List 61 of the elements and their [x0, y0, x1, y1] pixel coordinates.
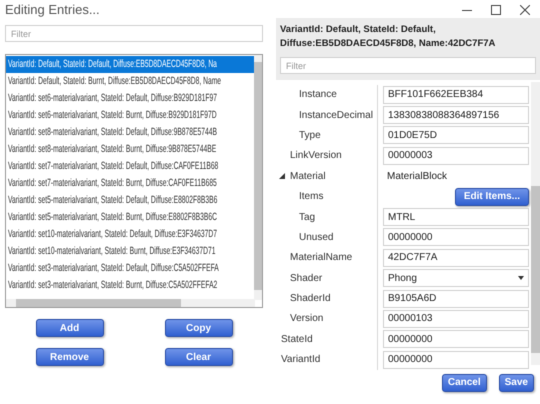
property-label: Shader: [290, 272, 322, 286]
entry-text: VariantId: set5-materialvariant, StateId: Default, Diffuse:E8802F8B3B6: [8, 192, 218, 208]
property-label: Type: [299, 128, 321, 143]
entry-text: VariantId: set6-materialvariant, StateId: Burnt, Diffuse:B929D181F97D: [8, 108, 217, 123]
property-value-field[interactable]: MTRL: [383, 208, 529, 226]
entry-text: VariantId: set3-materialvariant, StateId: Burnt, Diffuse:C5A502FFEFA2: [8, 278, 218, 293]
property-label: Tag: [299, 210, 316, 225]
entry-text: VariantId: set3-materialvariant, StateId: Default, Diffuse:C5A502FFEFA: [8, 260, 219, 276]
action-button[interactable]: Add: [36, 319, 104, 337]
shader-dropdown[interactable]: Phong: [383, 269, 529, 288]
property-label: StateId: [281, 332, 313, 347]
entry-text: VariantId: set7-materialvariant, StateId: Default, Diffuse:CAF0FE11B68: [8, 158, 218, 174]
dropdown-value: Phong: [388, 272, 417, 286]
property-label: LinkVersion: [290, 149, 342, 164]
property-value-field[interactable]: 42DC7F7A: [383, 248, 529, 267]
entry-row[interactable]: VariantId: Default, StateId: Default, Diffuse:EB5D8DAECD45F8D8, Na: [6, 56, 255, 73]
property-label: Instance: [299, 88, 337, 102]
entry-heading: VariantId: Default, StateId: Default, Diffuse:EB5D8DAECD45F8D8, Name:42DC7F7A: [280, 23, 496, 51]
property-label: VariantId: [281, 353, 320, 368]
action-button[interactable]: Remove: [36, 348, 104, 366]
entry-text: VariantId: Default, StateId: Burnt, Diffuse:EB5D8DAECD45F8D8, Name: [8, 74, 222, 89]
entry-text: VariantId: Default, StateId: Default, Diffuse:EB5D8DAECD45F8D8, Na: [8, 56, 217, 72]
vertical-scrollbar[interactable]: [254, 55, 262, 300]
property-value-field[interactable]: 00000003: [383, 146, 529, 165]
expanded-triangle-icon[interactable]: [279, 173, 285, 180]
filter-field[interactable]: Filter: [5, 25, 263, 42]
property-value-field[interactable]: 00000000: [383, 330, 529, 348]
property-label: Unused: [299, 230, 334, 245]
property-label: Version: [290, 312, 324, 326]
entry-text: VariantId: set7-materialvariant, StateId: Burnt, Diffuse:CAF0FE11B685: [8, 176, 217, 191]
property-label: InstanceDecimal: [299, 108, 373, 123]
maximize-icon[interactable]: [491, 5, 501, 15]
vertical-scrollbar[interactable]: [531, 82, 540, 364]
property-value-field[interactable]: BFF101F662EEB384: [383, 86, 529, 104]
caret-icon: [518, 276, 524, 280]
action-button[interactable]: Clear: [164, 348, 232, 366]
close-icon[interactable]: [520, 5, 530, 15]
property-value-field[interactable]: 13830838088364897156: [383, 106, 529, 124]
action-button[interactable]: Copy: [164, 319, 232, 337]
dialog-button[interactable]: Save: [498, 374, 534, 392]
property-value-field[interactable]: 00000103: [383, 310, 529, 328]
property-value-field[interactable]: B9105A6D: [383, 290, 529, 308]
window-title: Editing Entries...: [5, 1, 100, 20]
entry-text: VariantId: set10-materialvariant, StateId: Burnt, Diffuse:E3F34637D71: [8, 244, 216, 259]
property-label: MaterialName: [290, 251, 352, 266]
dialog-button[interactable]: Cancel: [442, 374, 487, 392]
edit-items-button[interactable]: Edit Items...: [454, 188, 529, 206]
entry-text: VariantId: set10-materialvariant, StateId: Default, Diffuse:E3F34637D7: [8, 226, 217, 242]
property-label: Items: [299, 190, 324, 204]
property-value-field[interactable]: 00000000: [383, 350, 529, 369]
filter-field[interactable]: Filter: [280, 57, 536, 74]
property-label: Material: [290, 170, 326, 184]
property-value-field[interactable]: 00000000: [383, 228, 529, 246]
horizontal-scrollbar[interactable]: [6, 299, 255, 307]
entry-text: VariantId: set5-materialvariant, StateId: Burnt, Diffuse:E8802F8B3B6C: [8, 210, 217, 225]
property-label: ShaderId: [290, 292, 331, 306]
property-value: MaterialBlock: [386, 170, 448, 184]
entry-text: VariantId: set6-materialvariant, StateId: Default, Diffuse:B929D181F97: [8, 90, 217, 106]
entry-text: VariantId: set8-materialvariant, StateId: Default, Diffuse:9B878E5744B: [8, 124, 217, 140]
entry-text: VariantId: set8-materialvariant, StateId: Burnt, Diffuse:9B878E5744BE: [8, 142, 216, 157]
property-value-field[interactable]: 01D0E75D: [383, 126, 529, 144]
